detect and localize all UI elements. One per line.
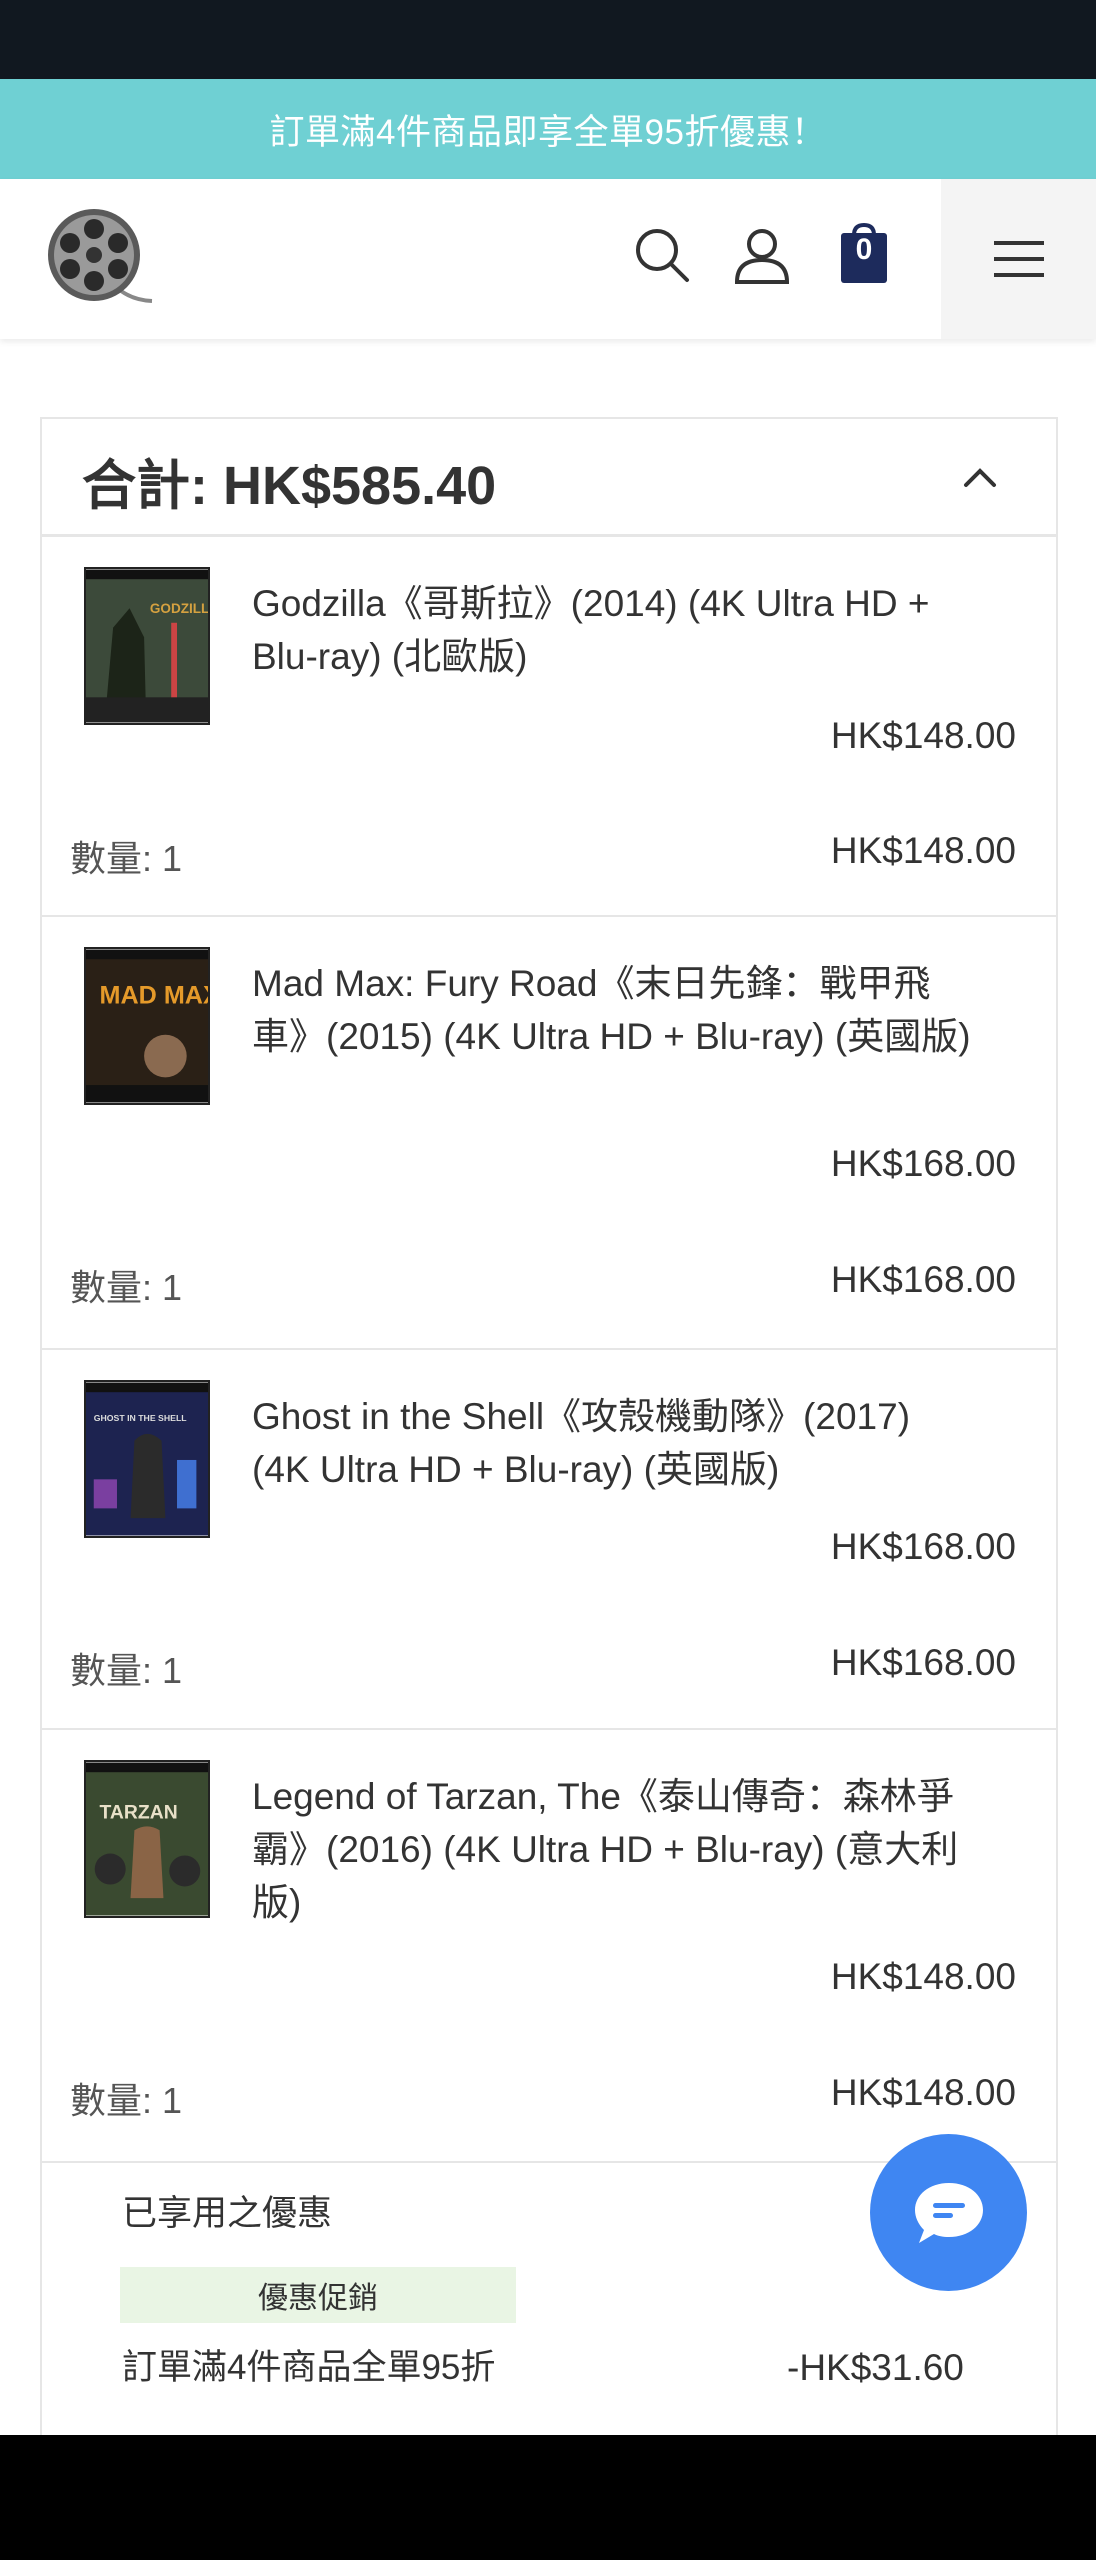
product-cover-image[interactable]: GODZILLA	[84, 567, 210, 725]
unit-price: HK$148.00	[830, 1956, 1016, 1997]
product-title[interactable]: Godzilla《哥斯拉》(2014) (4K Ultra HD + Blu-r…	[252, 577, 972, 683]
cart-line-item: GODZILLA Godzilla《哥斯拉》(2014) (4K Ultra H…	[42, 537, 1056, 917]
discount-amount: -HK$31.60	[787, 2347, 964, 2388]
cart-count-badge: 0	[855, 233, 873, 266]
promo-banner: 訂單滿4件商品即享全單95折優惠！	[0, 79, 1096, 179]
product-title[interactable]: Mad Max: Fury Road《末日先鋒：戰甲飛車》(2015) (4K …	[252, 957, 972, 1063]
product-title[interactable]: Legend of Tarzan, The《泰山傳奇：森林爭霸》(2016) (…	[252, 1770, 972, 1929]
svg-text:TARZAN: TARZAN	[100, 1802, 178, 1824]
menu-button[interactable]	[941, 179, 1096, 339]
chat-button[interactable]	[870, 2134, 1027, 2291]
chat-bubble-icon	[914, 2182, 983, 2243]
product-cover-image[interactable]: MAD MAX	[84, 947, 210, 1105]
order-total: 合計: HK$585.40	[82, 456, 497, 516]
search-icon	[636, 229, 689, 282]
system-navigation-bar	[0, 2435, 1096, 2560]
product-cover-image[interactable]: TARZAN	[84, 1760, 210, 1918]
search-button[interactable]	[630, 223, 694, 287]
cart-line-item: GHOST IN THE SHELL Ghost in the Shell《攻殼…	[42, 1350, 1056, 1730]
unit-price: HK$148.00	[830, 715, 1016, 756]
product-title[interactable]: Ghost in the Shell《攻殼機動隊》(2017) (4K Ultr…	[252, 1390, 972, 1496]
svg-text:GHOST IN THE SHELL: GHOST IN THE SHELL	[94, 1413, 188, 1423]
quantity-label: 數量: 1	[70, 838, 183, 879]
cart-line-item: MAD MAX Mad Max: Fury Road《末日先鋒：戰甲飛車》(20…	[42, 917, 1056, 1350]
quantity-label: 數量: 1	[70, 2080, 183, 2121]
cart-line-item: TARZAN Legend of Tarzan, The《泰山傳奇：森林爭霸》(…	[42, 1730, 1056, 2163]
line-total: HK$148.00	[830, 2072, 1016, 2113]
line-total: HK$168.00	[830, 1642, 1016, 1683]
order-summary-header[interactable]: 合計: HK$585.40	[42, 419, 1056, 537]
unit-price: HK$168.00	[830, 1526, 1016, 1567]
user-icon	[734, 229, 790, 284]
product-cover-image[interactable]: GHOST IN THE SHELL	[84, 1380, 210, 1538]
discounts-heading: 已享用之優惠	[122, 2194, 333, 2233]
chevron-up-icon[interactable]	[952, 449, 1008, 505]
promo-banner-text: 訂單滿4件商品即享全單95折優惠！	[269, 112, 827, 152]
discount-name: 訂單滿4件商品全單95折	[122, 2348, 496, 2387]
line-total: HK$168.00	[830, 1259, 1016, 1300]
status-bar	[0, 0, 1096, 79]
quantity-label: 數量: 1	[70, 1650, 183, 1691]
account-button[interactable]	[730, 223, 794, 287]
hamburger-menu-icon	[993, 241, 1044, 277]
discount-type-tag: 優惠促銷	[120, 2267, 516, 2323]
unit-price: HK$168.00	[830, 1143, 1016, 1184]
cart-button[interactable]: 0	[832, 223, 896, 287]
quantity-label: 數量: 1	[70, 1267, 183, 1308]
film-reel-logo[interactable]	[44, 205, 156, 309]
svg-text:MAD MAX: MAD MAX	[100, 982, 210, 1010]
site-header: 0	[0, 179, 1096, 339]
svg-text:GODZILLA: GODZILLA	[150, 601, 210, 616]
line-total: HK$148.00	[830, 830, 1016, 871]
